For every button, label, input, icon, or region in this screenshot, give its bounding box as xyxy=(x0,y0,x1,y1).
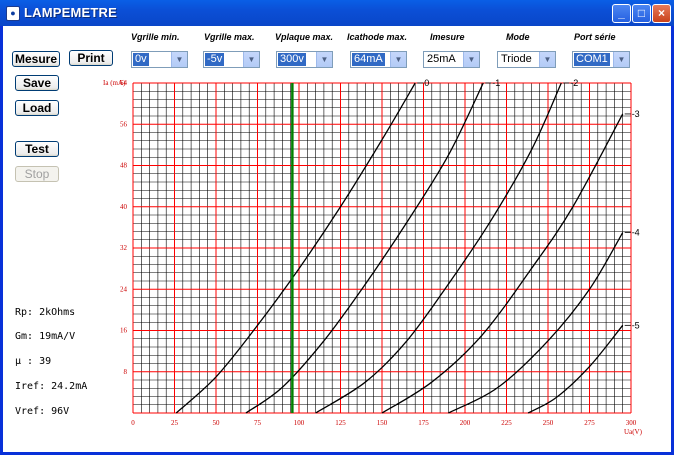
x-tick-label: 150 xyxy=(377,419,388,427)
x-tick-label: 0 xyxy=(131,419,135,427)
curve-label: -4 xyxy=(632,228,640,238)
curve-vg-4 xyxy=(448,232,624,414)
app-icon[interactable]: ● xyxy=(6,6,20,21)
plate-characteristics-chart: 0 25 50 75 100 125 150 175 200 225 250 275 300 8 16 24 3… xyxy=(103,78,643,436)
client-area: Mesure Print Save Load Test Stop Vgrille… xyxy=(3,26,671,452)
x-tick-label: 75 xyxy=(254,419,262,427)
x-tick-label: 50 xyxy=(213,419,221,427)
axis-ticks: 0 25 50 75 100 125 150 175 200 225 250 275 300 8 16 24 3… xyxy=(120,79,637,427)
y-axis-label: Ia (mA) xyxy=(103,79,126,87)
y-tick-label: 40 xyxy=(120,203,128,211)
curve-label: -1 xyxy=(492,78,500,88)
x-tick-label: 275 xyxy=(584,419,595,427)
curve-label: -2 xyxy=(570,78,578,88)
x-tick-label: 175 xyxy=(418,419,429,427)
x-axis-label: Ua(V) xyxy=(624,428,643,436)
curve-label: 0 xyxy=(424,78,429,88)
x-tick-label: 100 xyxy=(294,419,305,427)
x-tick-label: 125 xyxy=(335,419,346,427)
maximize-button[interactable]: □ xyxy=(632,4,651,23)
x-tick-label: 250 xyxy=(543,419,554,427)
x-tick-label: 200 xyxy=(460,419,471,427)
y-tick-label: 8 xyxy=(124,368,128,376)
x-tick-label: 25 xyxy=(171,419,179,427)
y-tick-label: 16 xyxy=(120,327,128,335)
curve-vg-3 xyxy=(381,113,624,414)
main-window: ● LAMPEMETRE _ □ × Mesure Print Save Loa… xyxy=(0,0,674,455)
title-bar[interactable]: ● LAMPEMETRE _ □ × xyxy=(0,0,674,26)
close-button[interactable]: × xyxy=(652,4,671,23)
y-tick-label: 32 xyxy=(120,244,128,252)
y-tick-label: 24 xyxy=(120,285,128,293)
x-tick-label: 225 xyxy=(501,419,512,427)
curve-label: -3 xyxy=(632,109,640,119)
minimize-button[interactable]: _ xyxy=(612,4,631,23)
y-tick-label: 48 xyxy=(120,162,128,170)
window-title: LAMPEMETRE xyxy=(24,5,117,20)
curve-label: -5 xyxy=(632,320,640,330)
y-tick-label: 56 xyxy=(120,120,128,128)
x-tick-label: 300 xyxy=(626,419,637,427)
